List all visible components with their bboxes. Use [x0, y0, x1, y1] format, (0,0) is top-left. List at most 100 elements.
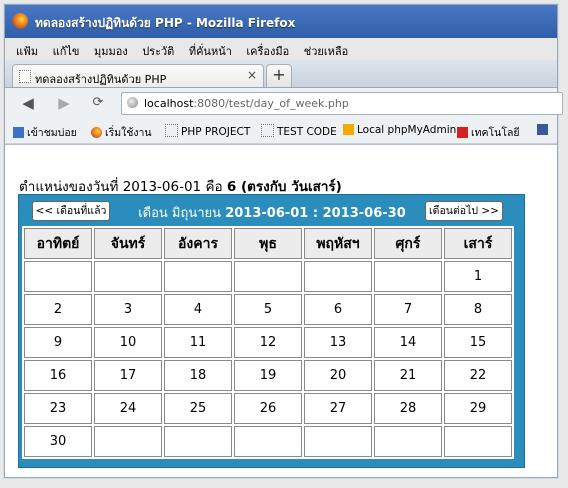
- reload-icon[interactable]: ⟳: [89, 94, 107, 112]
- calendar-body: 1 2 3 4 5 6 7 8 9 10 11 12 13 14 15 16 17 18 19 20 21 22 23 24 2…: [24, 261, 512, 457]
- calendar-day-cell: 15: [444, 327, 512, 358]
- new-tab-button[interactable]: +: [266, 64, 292, 87]
- date-range: 2013-06-01 : 2013-06-30: [225, 206, 406, 221]
- calendar-week-row: 2345678: [24, 294, 512, 325]
- bookmark-test-code[interactable]: TEST CODE: [261, 124, 337, 138]
- tab-label: ทดลองสร้างปฏิทินด้วย PHP: [35, 73, 167, 86]
- calendar: << เดือนที่แล้ว เดือน มิถุนายน 2013-06-0…: [18, 194, 525, 468]
- calendar-header: << เดือนที่แล้ว เดือน มิถุนายน 2013-06-0…: [19, 195, 524, 225]
- calendar-week-row: 9 10 11 12 13 14 15: [24, 327, 512, 358]
- calendar-week-row: 23 24 25 26 27 28 29: [24, 393, 512, 424]
- page-icon: [19, 70, 31, 83]
- calendar-day-cell: [94, 426, 162, 457]
- url-text: localhost:8080/test/day_of_week.php: [144, 97, 349, 110]
- bookmark-php-project[interactable]: PHP PROJECT: [165, 124, 250, 138]
- firefox-icon: [91, 127, 102, 138]
- bookmark-label: เข้าชมบ่อย: [27, 127, 77, 139]
- calendar-week-row: 1: [24, 261, 512, 292]
- menu-item-edit[interactable]: แก้ไข: [53, 42, 80, 60]
- close-tab-icon[interactable]: ×: [247, 68, 257, 82]
- true-logo-icon: [457, 127, 468, 138]
- calendar-day-cell: 22: [444, 360, 512, 391]
- calendar-day-cell: 11: [164, 327, 232, 358]
- weekday-header: ศุกร์: [374, 228, 442, 259]
- month-label: เดือน มิถุนายน: [138, 206, 226, 221]
- facebook-icon[interactable]: [537, 124, 551, 136]
- page-content: ตำแหน่งของวันที่ 2013-06-01 คือ 6 (ตรงกั…: [5, 144, 557, 477]
- calendar-day-cell: 13: [304, 327, 372, 358]
- forward-arrow-icon[interactable]: ▶: [55, 94, 73, 112]
- page-icon: [165, 124, 178, 137]
- calendar-day-cell: 25: [164, 393, 232, 424]
- next-month-button[interactable]: เดือนต่อไป >>: [425, 201, 503, 221]
- weekday-header: อังคาร: [164, 228, 232, 259]
- bookmarks-toolbar: เข้าชมบ่อย เริ่มใช้งาน PHP PROJECT TEST …: [5, 118, 557, 144]
- calendar-day-cell: 23: [24, 393, 92, 424]
- menu-item-history[interactable]: ประวัติ: [142, 42, 174, 60]
- calendar-day-cell: [304, 261, 372, 292]
- back-arrow-icon[interactable]: ◀: [19, 94, 37, 112]
- calendar-day-cell: [374, 261, 442, 292]
- calendar-day-cell: 27: [304, 393, 372, 424]
- weekday-header: จันทร์: [94, 228, 162, 259]
- calendar-day-cell: 30: [24, 426, 92, 457]
- url-host: localhost: [144, 97, 194, 110]
- calendar-day-cell: 10: [94, 327, 162, 358]
- tab-bar: ทดลองสร้างปฏิทินด้วย PHP × +: [5, 60, 557, 88]
- calendar-week-row: 16 17 18 19 20 21 22: [24, 360, 512, 391]
- calendar-day-cell: [234, 426, 302, 457]
- menu-item-file[interactable]: แฟ้ม: [16, 42, 38, 60]
- calendar-day-cell: [374, 426, 442, 457]
- calendar-day-cell: [164, 261, 232, 292]
- menu-item-view[interactable]: มุมมอง: [94, 42, 128, 60]
- calendar-day-cell: 6: [304, 294, 372, 325]
- title-bar: ทดลองสร้างปฏิทินด้วย PHP - Mozilla Firef…: [5, 5, 557, 38]
- bookmark-technology[interactable]: เทคโนโลยี: [457, 124, 520, 141]
- bookmark-most-visited[interactable]: เข้าชมบ่อย: [13, 124, 77, 141]
- calendar-day-cell: 3: [94, 294, 162, 325]
- calendar-day-cell: 8: [444, 294, 512, 325]
- page-icon: [261, 124, 274, 137]
- calendar-day-cell: 16: [24, 360, 92, 391]
- calendar-day-cell: 17: [94, 360, 162, 391]
- bookmark-label: เริ่มใช้งาน: [105, 127, 152, 139]
- bookmark-label: PHP PROJECT: [181, 126, 251, 138]
- bookmark-getting-started[interactable]: เริ่มใช้งาน: [91, 124, 152, 141]
- calendar-day-cell: 7: [374, 294, 442, 325]
- phpmyadmin-icon: [343, 124, 354, 135]
- bookmark-local-phpmyadmin[interactable]: Local phpMyAdmin: [343, 124, 456, 136]
- calendar-day-cell: 1: [444, 261, 512, 292]
- calendar-day-cell: [94, 261, 162, 292]
- calendar-day-cell: [234, 261, 302, 292]
- menu-item-tools[interactable]: เครื่องมือ: [246, 42, 289, 60]
- weekday-header: เสาร์: [444, 228, 512, 259]
- menu-item-help[interactable]: ช่วยเหลือ: [304, 42, 348, 60]
- menu-bar: แฟ้ม แก้ไข มุมมอง ประวัติ ที่คั่นหน้า เค…: [5, 38, 557, 60]
- calendar-day-cell: 14: [374, 327, 442, 358]
- calendar-day-cell: 20: [304, 360, 372, 391]
- calendar-day-cell: 18: [164, 360, 232, 391]
- window-title: ทดลองสร้างปฏิทินด้วย PHP - Mozilla Firef…: [35, 16, 296, 30]
- calendar-day-cell: 26: [234, 393, 302, 424]
- calendar-day-cell: 28: [374, 393, 442, 424]
- calendar-day-cell: 2: [24, 294, 92, 325]
- prev-month-button[interactable]: << เดือนที่แล้ว: [32, 201, 110, 221]
- calendar-day-cell: [444, 426, 512, 457]
- calendar-day-cell: 29: [444, 393, 512, 424]
- url-bar[interactable]: localhost:8080/test/day_of_week.php: [121, 92, 563, 115]
- menu-item-bookmarks[interactable]: ที่คั่นหน้า: [189, 42, 232, 60]
- bookmark-label: Local phpMyAdmin: [357, 124, 457, 136]
- weekday-header: พฤหัสฯ: [304, 228, 372, 259]
- bookmark-label: เทคโนโลยี: [471, 127, 520, 139]
- globe-icon: [127, 97, 138, 108]
- tab-calendar[interactable]: ทดลองสร้างปฏิทินด้วย PHP ×: [12, 64, 264, 87]
- calendar-day-cell: 9: [24, 327, 92, 358]
- browser-window: ทดลองสร้างปฏิทินด้วย PHP - Mozilla Firef…: [4, 4, 563, 478]
- navigation-bar: ◀ ▶ ⟳ localhost:8080/test/day_of_week.ph…: [5, 88, 563, 118]
- bookmark-label: TEST CODE: [277, 126, 337, 138]
- url-path: :8080/test/day_of_week.php: [193, 97, 349, 110]
- calendar-day-cell: 12: [234, 327, 302, 358]
- calendar-day-cell: 21: [374, 360, 442, 391]
- weekday-header-row: อาทิตย์ จันทร์ อังคาร พุธ พฤหัสฯ ศุกร์ เ…: [24, 228, 512, 259]
- calendar-day-cell: 19: [234, 360, 302, 391]
